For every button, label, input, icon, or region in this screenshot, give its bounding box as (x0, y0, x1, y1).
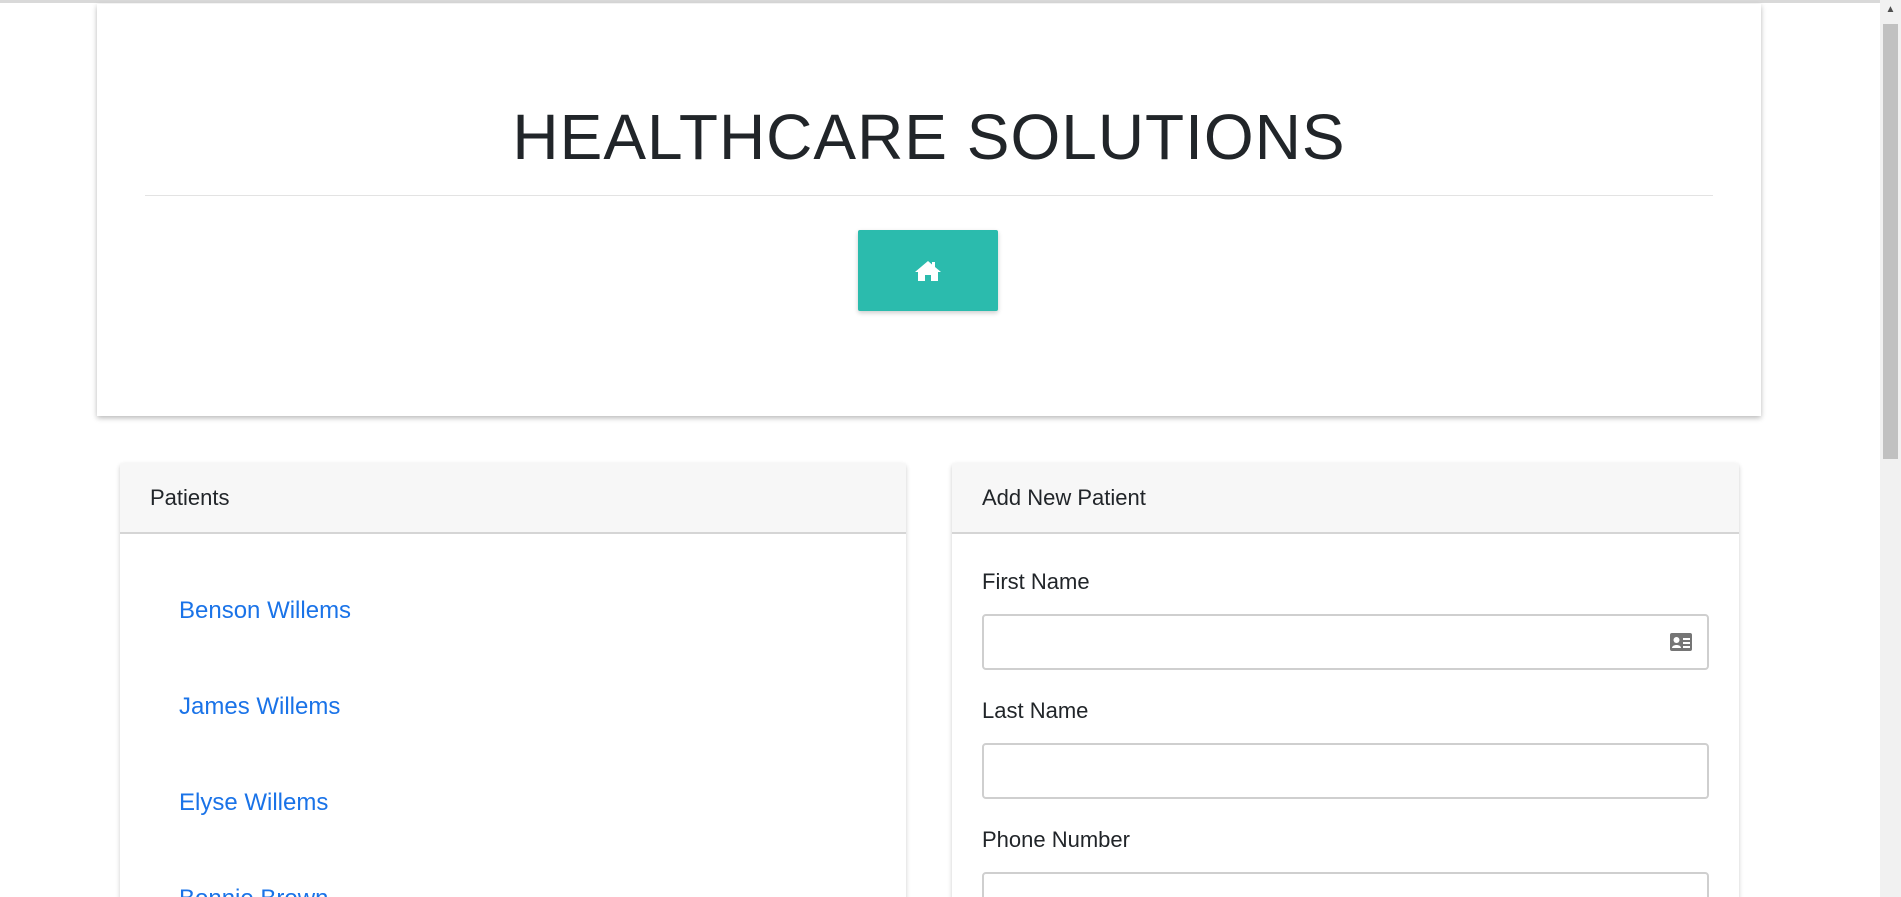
first-name-label: First Name (982, 569, 1090, 594)
contact-card-icon (1670, 633, 1692, 651)
add-patient-card: Add New Patient First Name Last Name Pho… (952, 463, 1739, 897)
add-patient-card-title: Add New Patient (952, 463, 1739, 534)
patients-card-title: Patients (120, 463, 906, 534)
patient-link-bonnie-brown[interactable]: Bonnie Brown (179, 885, 328, 897)
header-panel: HEALTHCARE SOLUTIONS (97, 4, 1761, 416)
page: HEALTHCARE SOLUTIONS Patients Benson Wil… (0, 0, 1880, 897)
vertical-scrollbar[interactable]: ▲ (1880, 0, 1901, 897)
header-divider (145, 195, 1713, 196)
phone-number-input[interactable] (982, 872, 1709, 897)
first-name-input[interactable] (982, 614, 1709, 670)
top-border (0, 0, 1880, 3)
home-icon (915, 260, 941, 281)
patients-card: Patients Benson Willems James Willems El… (120, 463, 906, 897)
patient-link-benson-willems[interactable]: Benson Willems (179, 597, 351, 625)
phone-number-label: Phone Number (982, 827, 1130, 852)
scroll-up-arrow-icon[interactable]: ▲ (1880, 0, 1901, 18)
patient-link-elyse-willems[interactable]: Elyse Willems (179, 789, 328, 817)
last-name-input[interactable] (982, 743, 1709, 799)
patient-link-james-willems[interactable]: James Willems (179, 693, 340, 721)
scrollbar-thumb[interactable] (1883, 24, 1898, 459)
home-button[interactable] (858, 230, 998, 311)
last-name-label: Last Name (982, 698, 1089, 723)
page-title: HEALTHCARE SOLUTIONS (512, 101, 1346, 173)
